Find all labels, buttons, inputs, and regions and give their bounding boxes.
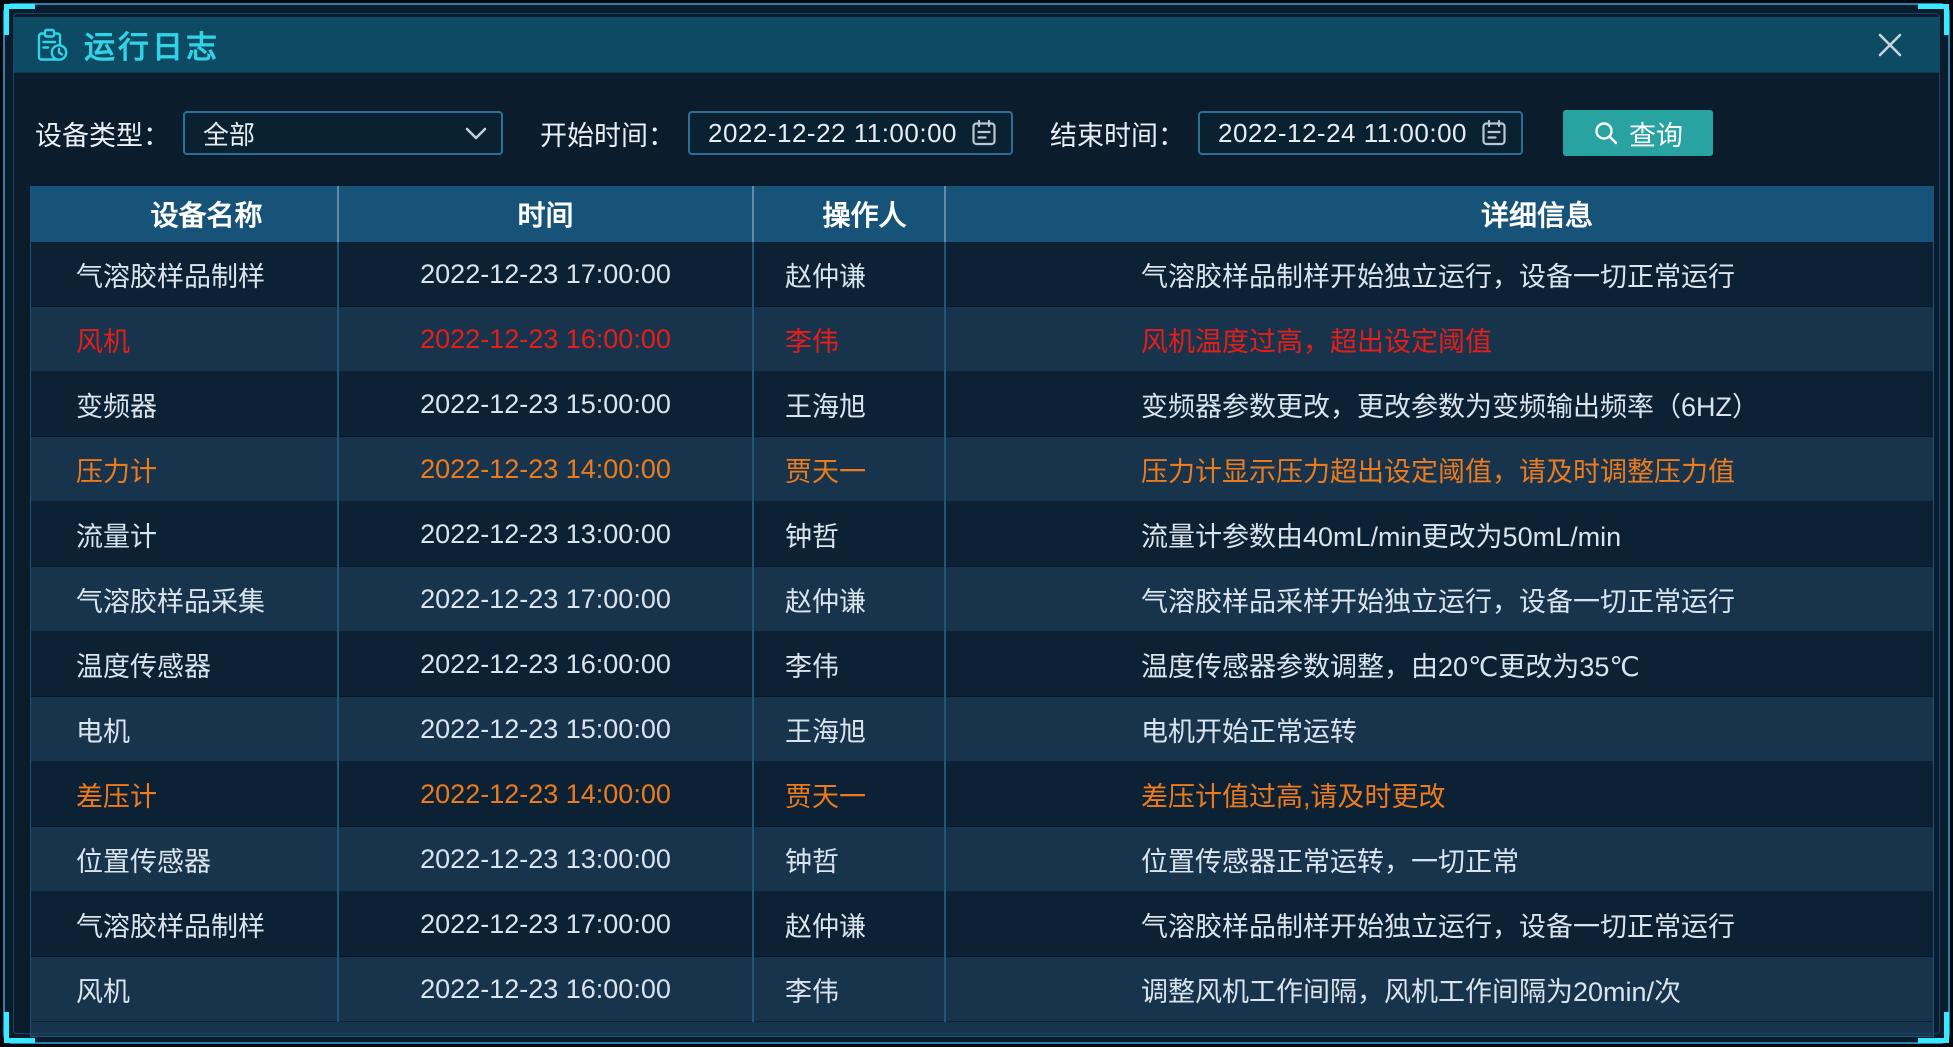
cell-detail: 气溶胶样品制样开始独立运行，设备一切正常运行 xyxy=(946,242,1933,307)
cell-device: 气溶胶样品采集 xyxy=(31,567,339,632)
cell-detail: 流量计参数由40mL/min更改为50mL/min xyxy=(946,502,1933,567)
device-type-select[interactable]: 全部 xyxy=(183,111,503,155)
corner-bracket-top-left xyxy=(4,4,35,35)
end-time-label: 结束时间： xyxy=(1050,114,1185,153)
cell-time: 2022-12-23 16:00:00 xyxy=(339,307,754,372)
table-row: 气溶胶样品制样2022-12-23 17:00:00赵仲谦气溶胶样品制样开始独立… xyxy=(31,892,1933,957)
cell-device: 差压计 xyxy=(31,762,339,827)
device-type-value: 全部 xyxy=(203,115,457,152)
table-row: 变频器2022-12-23 15:00:00王海旭变频器参数更改，更改参数为变频… xyxy=(31,372,1933,437)
cell-device: 气溶胶样品制样 xyxy=(31,892,339,957)
table-row: 压力计2022-12-23 14:00:00贾天一压力计显示压力超出设定阈值，请… xyxy=(31,437,1933,502)
table-row: 流量计2022-12-23 13:00:00钟哲流量计参数由40mL/min更改… xyxy=(31,502,1933,567)
cell-device: 风机 xyxy=(31,307,339,372)
cell-operator: 钟哲 xyxy=(754,827,946,892)
cell-device: 压力计 xyxy=(31,437,339,502)
cell-time: 2022-12-23 15:00:00 xyxy=(339,372,754,437)
cell-time: 2022-12-23 13:00:00 xyxy=(339,502,754,567)
cell-detail: 温度传感器参数调整，由20℃更改为35℃ xyxy=(946,632,1933,697)
query-button-label: 查询 xyxy=(1629,114,1683,153)
cell-device: 变频器 xyxy=(31,372,339,437)
search-icon xyxy=(1593,120,1619,146)
table-body: 气溶胶样品制样2022-12-23 17:00:00赵仲谦气溶胶样品制样开始独立… xyxy=(31,242,1933,1022)
cell-device: 流量计 xyxy=(31,502,339,567)
titlebar: 运行日志 xyxy=(14,17,1939,73)
end-time-input[interactable]: 2022-12-24 11:00:00 xyxy=(1198,111,1523,155)
cell-time: 2022-12-23 14:00:00 xyxy=(339,437,754,502)
column-header: 操作人 xyxy=(754,186,946,242)
cell-time: 2022-12-23 17:00:00 xyxy=(339,567,754,632)
cell-operator: 钟哲 xyxy=(754,502,946,567)
cell-time: 2022-12-23 15:00:00 xyxy=(339,697,754,762)
run-log-dialog: 运行日志 设备类型： 全部 开始时间： 2022-12-22 11:00:00 xyxy=(3,3,1950,1044)
cell-operator: 李伟 xyxy=(754,632,946,697)
corner-bracket-top-right xyxy=(1918,4,1949,35)
table-row-partial xyxy=(31,1022,1933,1036)
calendar-icon[interactable] xyxy=(1481,119,1507,147)
corner-bracket-bottom-right xyxy=(1918,1012,1949,1043)
table-header: 设备名称时间操作人详细信息 xyxy=(31,186,1933,242)
table-row: 差压计2022-12-23 14:00:00贾天一差压计值过高,请及时更改 xyxy=(31,762,1933,827)
column-header: 设备名称 xyxy=(31,186,339,242)
cell-time: 2022-12-23 17:00:00 xyxy=(339,242,754,307)
cell-detail: 风机温度过高，超出设定阈值 xyxy=(946,307,1933,372)
cell-detail: 气溶胶样品制样开始独立运行，设备一切正常运行 xyxy=(946,892,1933,957)
cell-time: 2022-12-23 17:00:00 xyxy=(339,892,754,957)
cell-time: 2022-12-23 16:00:00 xyxy=(339,957,754,1022)
cell-operator: 贾天一 xyxy=(754,437,946,502)
cell-time: 2022-12-23 14:00:00 xyxy=(339,762,754,827)
cell-operator: 赵仲谦 xyxy=(754,242,946,307)
table-row: 风机2022-12-23 16:00:00李伟调整风机工作间隔，风机工作间隔为2… xyxy=(31,957,1933,1022)
cell-device: 电机 xyxy=(31,697,339,762)
cell-operator: 王海旭 xyxy=(754,697,946,762)
chevron-down-icon xyxy=(465,127,487,140)
page-title: 运行日志 xyxy=(84,22,220,67)
column-header: 时间 xyxy=(339,186,754,242)
cell-device: 位置传感器 xyxy=(31,827,339,892)
table-row: 电机2022-12-23 15:00:00王海旭电机开始正常运转 xyxy=(31,697,1933,762)
table-row: 气溶胶样品制样2022-12-23 17:00:00赵仲谦气溶胶样品制样开始独立… xyxy=(31,242,1933,307)
calendar-icon[interactable] xyxy=(971,119,997,147)
start-time-input[interactable]: 2022-12-22 11:00:00 xyxy=(688,111,1013,155)
cell-time: 2022-12-23 16:00:00 xyxy=(339,632,754,697)
table-row: 温度传感器2022-12-23 16:00:00李伟温度传感器参数调整，由20℃… xyxy=(31,632,1933,697)
corner-bracket-bottom-left xyxy=(4,1012,35,1043)
cell-operator: 赵仲谦 xyxy=(754,567,946,632)
cell-time: 2022-12-23 13:00:00 xyxy=(339,827,754,892)
cell-detail: 位置传感器正常运转，一切正常 xyxy=(946,827,1933,892)
device-type-label: 设备类型： xyxy=(35,114,170,153)
cell-device: 风机 xyxy=(31,957,339,1022)
cell-detail: 压力计显示压力超出设定阈值，请及时调整压力值 xyxy=(946,437,1933,502)
cell-detail: 差压计值过高,请及时更改 xyxy=(946,762,1933,827)
column-header: 详细信息 xyxy=(946,186,1933,242)
start-time-label: 开始时间： xyxy=(540,114,675,153)
close-icon xyxy=(1875,30,1905,60)
cell-operator: 李伟 xyxy=(754,307,946,372)
cell-operator: 王海旭 xyxy=(754,372,946,437)
table-row: 风机2022-12-23 16:00:00李伟风机温度过高，超出设定阈值 xyxy=(31,307,1933,372)
cell-detail: 电机开始正常运转 xyxy=(946,697,1933,762)
cell-device: 温度传感器 xyxy=(31,632,339,697)
close-button[interactable] xyxy=(1873,28,1907,62)
cell-operator: 李伟 xyxy=(754,957,946,1022)
query-button[interactable]: 查询 xyxy=(1563,110,1713,156)
cell-operator: 赵仲谦 xyxy=(754,892,946,957)
table-row: 位置传感器2022-12-23 13:00:00钟哲位置传感器正常运转，一切正常 xyxy=(31,827,1933,892)
filter-bar: 设备类型： 全部 开始时间： 2022-12-22 11:00:00 结束时间：… xyxy=(35,109,1928,157)
cell-device: 气溶胶样品制样 xyxy=(31,242,339,307)
cell-detail: 气溶胶样品采样开始独立运行，设备一切正常运行 xyxy=(946,567,1933,632)
cell-detail: 调整风机工作间隔，风机工作间隔为20min/次 xyxy=(946,957,1933,1022)
log-table: 设备名称时间操作人详细信息 气溶胶样品制样2022-12-23 17:00:00… xyxy=(30,186,1934,1037)
table-row: 气溶胶样品采集2022-12-23 17:00:00赵仲谦气溶胶样品采样开始独立… xyxy=(31,567,1933,632)
end-time-value: 2022-12-24 11:00:00 xyxy=(1218,118,1473,149)
cell-detail: 变频器参数更改，更改参数为变频输出频率（6HZ） xyxy=(946,372,1933,437)
cell-operator: 贾天一 xyxy=(754,762,946,827)
log-clipboard-clock-icon xyxy=(34,27,70,63)
start-time-value: 2022-12-22 11:00:00 xyxy=(708,118,963,149)
